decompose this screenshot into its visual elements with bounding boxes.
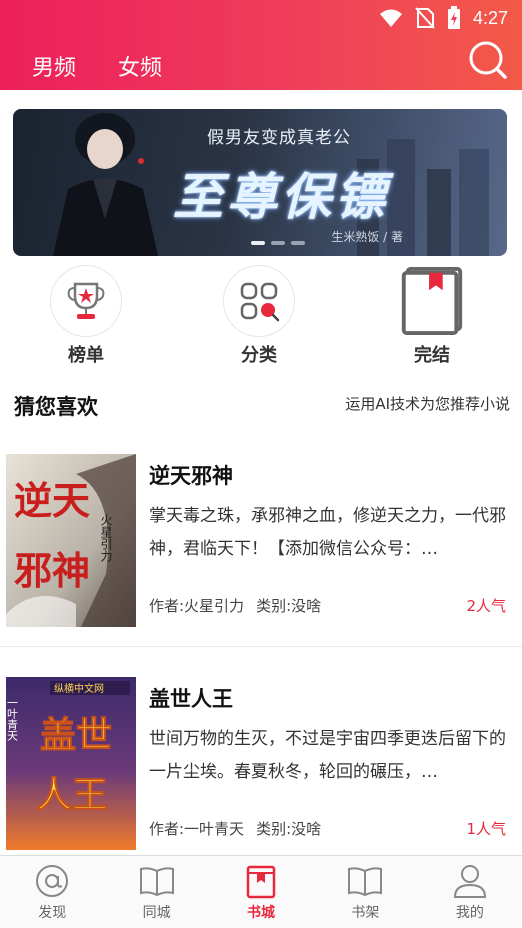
book-author: 作者:火星引力 — [149, 597, 245, 615]
banner-dot-2[interactable] — [271, 241, 285, 245]
book-cover[interactable]: 逆天 邪神 火星引力 — [6, 454, 136, 627]
nav-bookshelf[interactable]: 书架 — [313, 856, 417, 928]
section-title: 猜您喜欢 — [14, 395, 98, 419]
banner-title: 至尊保镖 — [173, 168, 389, 226]
book-bookmark-icon — [401, 266, 463, 336]
book-cover[interactable]: 纵横中文网 一叶青天 盖世 人王 — [6, 677, 136, 850]
nav-discover[interactable]: 发现 — [0, 856, 104, 928]
book-item[interactable]: 逆天 邪神 火星引力 逆天邪神 掌天毒之珠，承邪神之血，修逆天之力，一代邪神，君… — [0, 454, 522, 650]
status-bar: 4:27 — [379, 6, 508, 30]
banner-author: 生米熟饭 / 著 — [331, 230, 403, 244]
book-popularity: 1人气 — [466, 820, 506, 838]
ranking-icon-wrap — [50, 265, 122, 337]
category-ranking-label: 榜单 — [68, 345, 104, 366]
cover-title-1: 逆天 — [14, 478, 90, 523]
classify-icon-wrap — [223, 265, 295, 337]
promo-banner[interactable]: 假男友变成真老公 至尊保镖 生米熟饭 / 著 — [13, 109, 507, 256]
book-cover-art: 逆天 邪神 火星引力 — [6, 454, 136, 627]
category-classify[interactable]: 分类 — [209, 265, 309, 367]
book-popularity: 2人气 — [466, 597, 506, 615]
category-ranking[interactable]: 榜单 — [36, 265, 136, 367]
category-finished[interactable]: 完结 — [382, 265, 482, 367]
gender-tabs: 男频 女频 — [32, 50, 162, 82]
bottom-nav: 发现 同城 书城 书架 我的 — [0, 855, 522, 928]
cover-badge: 纵横中文网 — [54, 682, 104, 695]
battery-charging-icon — [447, 6, 460, 29]
book-title[interactable]: 逆天邪神 — [149, 460, 233, 490]
nav-profile[interactable]: 我的 — [418, 856, 522, 928]
nav-profile-label: 我的 — [455, 905, 484, 921]
book-description: 掌天毒之珠，承邪神之血，修逆天之力，一代邪神，君临天下！【添加微信公众号：… — [149, 506, 506, 559]
section-subtitle: 运用AI技术为您推荐小说 — [345, 395, 510, 413]
open-book-icon — [139, 867, 174, 897]
bookshelf-icon — [348, 867, 383, 897]
cover-author: 火星引力 — [99, 514, 113, 563]
status-time: 4:27 — [472, 7, 508, 28]
finished-icon-wrap — [396, 265, 468, 337]
nav-local-label: 同城 — [142, 905, 171, 921]
banner-character-art — [53, 113, 158, 256]
search-icon[interactable] — [468, 40, 508, 80]
cover-title-2: 人王 — [36, 774, 108, 816]
nav-local[interactable]: 同城 — [104, 856, 208, 928]
category-classify-label: 分类 — [241, 345, 277, 366]
book-meta: 作者:一叶青天 类别:没啥 — [149, 818, 321, 839]
book-description: 世间万物的生灭，不过是宇宙四季更迭后留下的一片尘埃。春夏秋冬，轮回的碾压，… — [149, 729, 506, 782]
nav-bookstore[interactable]: 书城 — [209, 856, 313, 928]
person-icon — [453, 865, 486, 898]
book-cover-art: 纵横中文网 一叶青天 盖世 人王 — [6, 677, 136, 850]
divider — [0, 646, 522, 647]
banner-dot-3[interactable] — [291, 241, 305, 245]
tab-male[interactable]: 男频 — [32, 50, 76, 82]
book-category: 类别:没啥 — [256, 820, 322, 838]
nav-bookshelf-label: 书架 — [351, 905, 380, 921]
cover-title-1: 盖世 — [40, 714, 112, 756]
no-sim-icon — [415, 7, 435, 29]
book-item[interactable]: 纵横中文网 一叶青天 盖世 人王 盖世人王 世间万物的生灭，不过是宇宙四季更迭后… — [0, 677, 522, 873]
grid-search-icon — [240, 282, 280, 322]
trophy-icon — [67, 282, 105, 319]
book-author: 作者:一叶青天 — [149, 820, 245, 838]
cover-title-2: 邪神 — [14, 548, 90, 593]
bookstore-icon — [246, 865, 276, 899]
cover-author: 一叶青天 — [6, 697, 19, 742]
top-header: 4:27 男频 女频 — [0, 0, 522, 90]
nav-bookstore-label: 书城 — [247, 905, 276, 921]
tab-female[interactable]: 女频 — [118, 50, 162, 82]
book-category: 类别:没啥 — [256, 597, 322, 615]
book-title[interactable]: 盖世人王 — [149, 683, 233, 713]
banner-dot-1[interactable] — [251, 241, 265, 245]
at-circle-icon — [36, 865, 69, 897]
banner-pagination — [251, 241, 305, 245]
book-meta: 作者:火星引力 类别:没啥 — [149, 595, 321, 616]
nav-discover-label: 发现 — [38, 905, 67, 921]
wifi-icon — [379, 9, 402, 27]
category-finished-label: 完结 — [414, 345, 450, 366]
banner-subtitle: 假男友变成真老公 — [207, 128, 351, 148]
